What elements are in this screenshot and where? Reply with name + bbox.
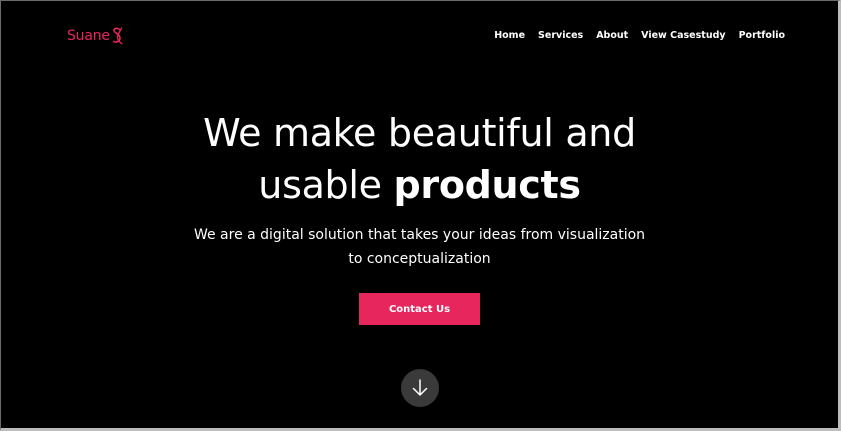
subtitle-line2: to conceptualization: [348, 251, 491, 267]
headline-line1: We make beautiful and: [203, 111, 636, 155]
headline-line2-bold: products: [393, 163, 582, 207]
logo-mark-icon: [112, 27, 123, 45]
hero-subtitle: We are a digital solution that takes you…: [1, 223, 838, 271]
contact-us-button[interactable]: Contact Us: [359, 293, 480, 325]
nav-view-casestudy[interactable]: View Casestudy: [641, 30, 725, 41]
logo[interactable]: Suane: [67, 26, 123, 46]
headline-line2-regular: usable: [258, 163, 394, 207]
hero-headline: We make beautiful and usable products: [1, 107, 838, 211]
nav-about[interactable]: About: [596, 30, 628, 41]
page-viewport: Suane Home Services About View Casestudy…: [0, 0, 841, 431]
subtitle-line1: We are a digital solution that takes you…: [193, 227, 646, 243]
nav-home[interactable]: Home: [494, 30, 525, 41]
nav-portfolio[interactable]: Portfolio: [739, 30, 785, 41]
nav-services[interactable]: Services: [538, 30, 583, 41]
scroll-down-button[interactable]: [401, 369, 439, 407]
logo-text: Suane: [67, 28, 110, 44]
arrow-down-icon: [412, 379, 428, 396]
main-nav: Home Services About View Casestudy Portf…: [494, 30, 785, 41]
